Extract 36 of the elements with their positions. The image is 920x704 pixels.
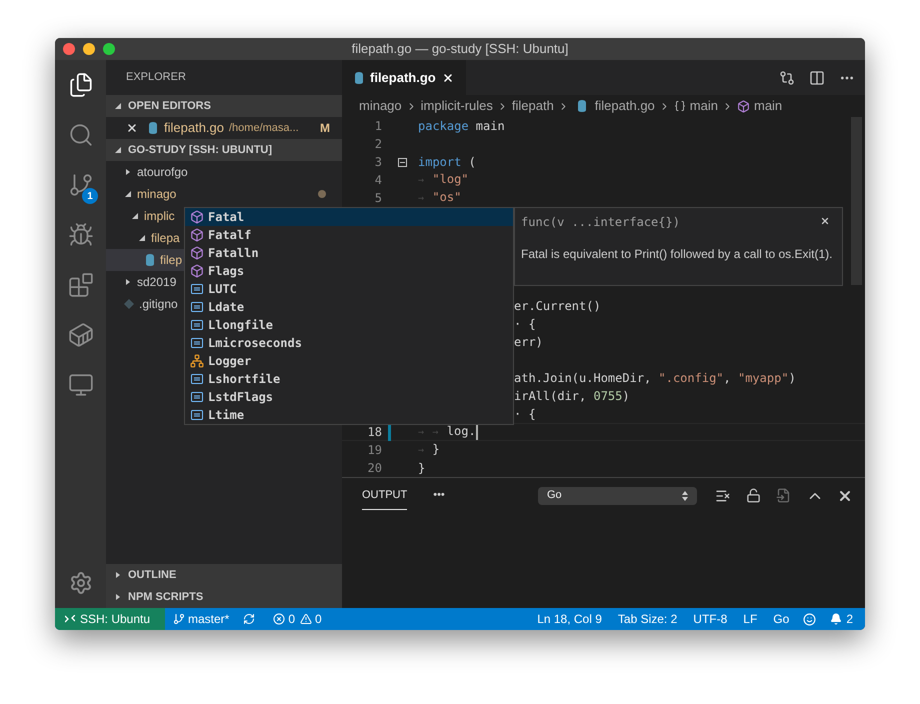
- tree-item-label: atourofgo: [137, 164, 188, 181]
- tree-item-label: .gitigno: [139, 296, 178, 313]
- code-text: → }: [418, 441, 440, 458]
- tree-item-label: filep: [160, 252, 182, 269]
- code-text: import (: [418, 154, 476, 171]
- line-number: 2: [374, 136, 382, 153]
- sidebar-title: EXPLORER: [126, 70, 186, 86]
- code-text: → "os": [418, 189, 462, 206]
- line-number: 3: [374, 154, 382, 171]
- code-text: irAll(dir, 0755): [514, 388, 630, 405]
- code-text: package main: [418, 118, 505, 135]
- code-text: · {: [514, 406, 536, 423]
- file-name: filepath.go: [164, 119, 224, 138]
- line-number: 18: [366, 424, 382, 441]
- line-number: 5: [374, 190, 382, 207]
- code-text: err): [514, 334, 543, 351]
- code-text: → "log": [418, 171, 469, 188]
- signature-text: func(v ...interface{}): [521, 214, 681, 231]
- code-text: · {: [514, 316, 536, 333]
- tree-item-label: sd2019: [137, 274, 176, 291]
- hover-description: Fatal is equivalent to Print() followed by a call to os.Exit(1).: [521, 246, 834, 263]
- code-text: → → log.: [418, 423, 476, 440]
- code-text: er.Current(): [514, 298, 601, 315]
- line-number: 1: [374, 118, 382, 135]
- count-badge: 1: [82, 188, 98, 204]
- file-path: /home/masa...: [229, 120, 299, 136]
- modified-status: M: [320, 120, 330, 137]
- code-text: }: [418, 460, 426, 477]
- tree-item-label: filepa: [151, 230, 180, 247]
- line-number: 4: [374, 172, 382, 189]
- line-number: 20: [366, 460, 382, 477]
- tree-item-label: minago: [137, 186, 176, 203]
- line-number: 19: [366, 442, 382, 459]
- tree-item-label: implic: [144, 208, 175, 225]
- window-title: filepath.go — go-study [SSH: Ubuntu]: [352, 40, 568, 58]
- code-text: ath.Join(u.HomeDir, ".config", "myapp"): [514, 370, 796, 387]
